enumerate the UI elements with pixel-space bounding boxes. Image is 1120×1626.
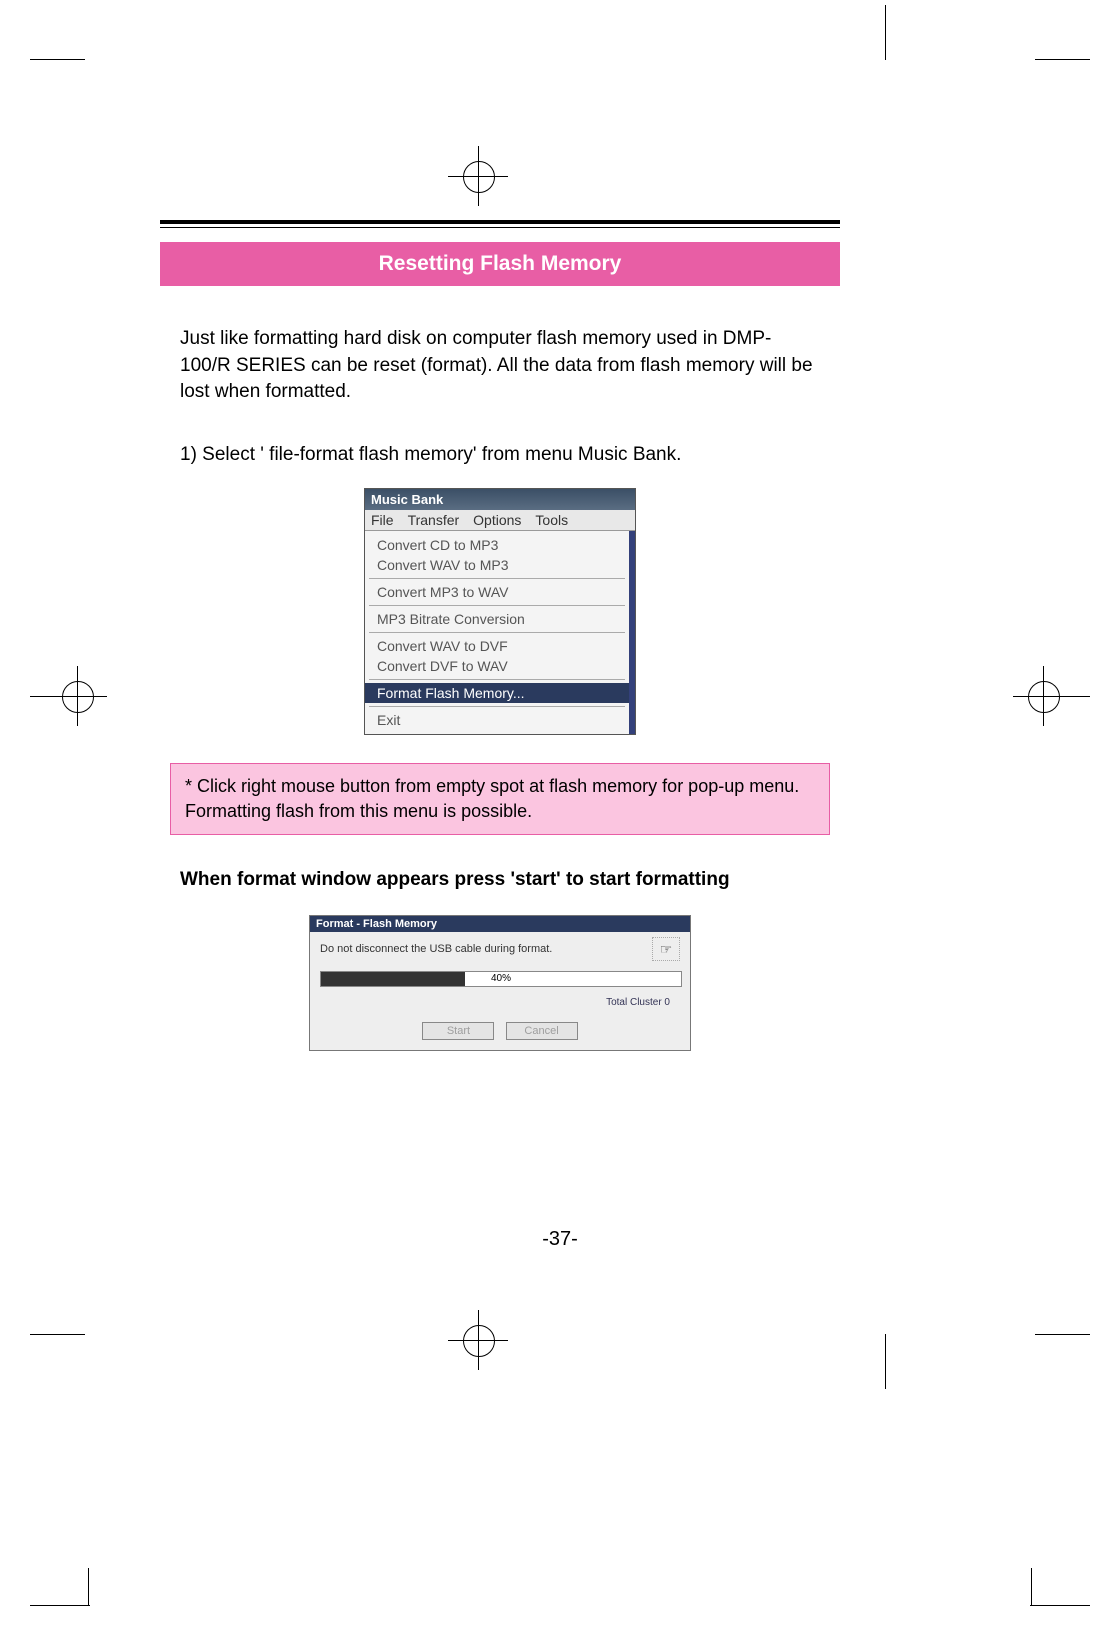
menu-separator (369, 605, 625, 606)
menu-separator (369, 632, 625, 633)
progress-bar: 40% (320, 971, 682, 987)
menu-separator (369, 578, 625, 579)
start-button[interactable]: Start (422, 1022, 494, 1040)
window-titlebar: Music Bank (365, 489, 635, 510)
registration-mark (1013, 666, 1073, 726)
divider (160, 220, 840, 224)
menu-item-convert-dvf-wav[interactable]: Convert DVF to WAV (365, 656, 629, 676)
crop-mark (885, 1334, 886, 1389)
registration-mark (448, 146, 508, 206)
menu-transfer[interactable]: Transfer (408, 512, 460, 528)
crop-mark (1030, 1605, 1090, 1606)
menu-separator (369, 706, 625, 707)
crop-mark (30, 1334, 85, 1335)
crop-mark (1035, 1334, 1090, 1335)
menu-separator (369, 679, 625, 680)
menu-item-mp3-bitrate[interactable]: MP3 Bitrate Conversion (365, 609, 629, 629)
menu-file[interactable]: File (371, 512, 394, 528)
menu-item-convert-wav-dvf[interactable]: Convert WAV to DVF (365, 636, 629, 656)
note-box: * Click right mouse button from empty sp… (170, 763, 830, 835)
hand-icon: ☞ (652, 937, 680, 961)
page-number: -37- (0, 1228, 1120, 1251)
crop-mark (30, 1605, 90, 1606)
menubar: File Transfer Options Tools (365, 510, 635, 531)
section-header: Resetting Flash Memory (160, 242, 840, 286)
step-2-text: When format window appears press 'start'… (180, 869, 820, 891)
registration-mark (47, 666, 107, 726)
divider (160, 227, 840, 228)
crop-mark (1035, 59, 1090, 60)
intro-paragraph: Just like formatting hard disk on comput… (180, 326, 820, 406)
crop-mark (30, 59, 85, 60)
step-1-text: 1) Select ' file-format flash memory' fr… (180, 444, 820, 466)
crop-mark (885, 5, 886, 60)
page-content: Resetting Flash Memory Just like formatt… (160, 220, 840, 1051)
crop-mark (1031, 1568, 1032, 1606)
menu-tools[interactable]: Tools (535, 512, 568, 528)
menu-item-format-flash[interactable]: Format Flash Memory... (365, 683, 629, 703)
menu-screenshot: Music Bank File Transfer Options Tools C… (364, 488, 636, 735)
dialog-titlebar: Format - Flash Memory (310, 916, 690, 932)
menu-item-convert-mp3-wav[interactable]: Convert MP3 to WAV (365, 582, 629, 602)
menu-item-convert-cd-mp3[interactable]: Convert CD to MP3 (365, 535, 629, 555)
dialog-warning-text: Do not disconnect the USB cable during f… (320, 943, 552, 955)
dropdown-menu: Convert CD to MP3 Convert WAV to MP3 Con… (365, 531, 635, 734)
format-dialog-screenshot: Format - Flash Memory Do not disconnect … (309, 915, 691, 1051)
menu-item-convert-wav-mp3[interactable]: Convert WAV to MP3 (365, 555, 629, 575)
menu-options[interactable]: Options (473, 512, 521, 528)
cancel-button[interactable]: Cancel (506, 1022, 578, 1040)
cluster-label: Total Cluster 0 (310, 995, 690, 1016)
registration-mark (448, 1310, 508, 1370)
menu-item-exit[interactable]: Exit (365, 710, 629, 730)
progress-fill (321, 972, 465, 986)
progress-percent: 40% (491, 972, 511, 984)
crop-mark (88, 1568, 89, 1606)
